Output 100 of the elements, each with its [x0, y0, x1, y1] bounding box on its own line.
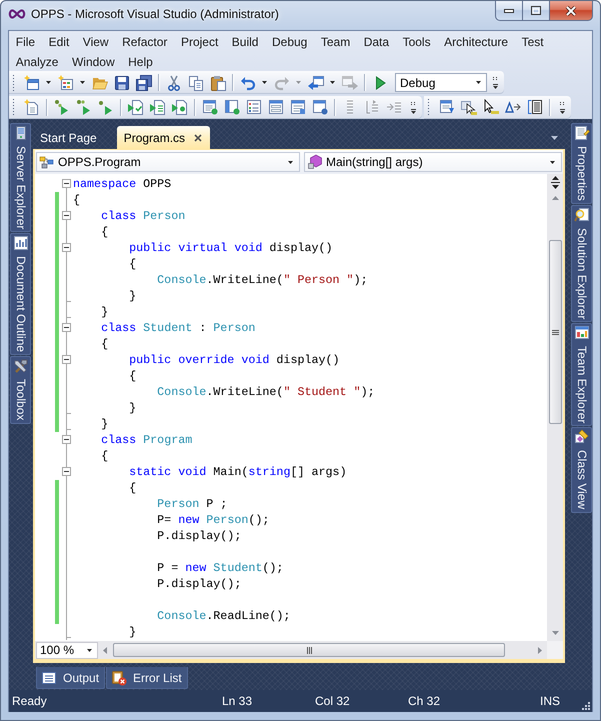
side-panel-tab[interactable]: Properties: [571, 123, 592, 204]
document-tab[interactable]: Program.cs: [116, 126, 210, 149]
menu-item[interactable]: Project: [174, 32, 226, 52]
collapse-icon[interactable]: [62, 355, 71, 364]
column-number: Col 32: [315, 694, 350, 708]
menu-item[interactable]: Test: [514, 32, 550, 52]
undo-arrow-icon[interactable]: [240, 74, 256, 90]
member-dropdown[interactable]: Main(string[] args): [304, 152, 562, 172]
menu-item[interactable]: Build: [225, 32, 266, 52]
code-line: Console.WriteLine(" Person ");: [157, 272, 368, 288]
dropdown-caret-icon[interactable]: [330, 81, 335, 84]
configuration-dropdown[interactable]: Debug: [395, 73, 487, 92]
gripper-icon[interactable]: [427, 98, 430, 116]
code-line: class Person: [101, 208, 186, 224]
page-arrow-icon[interactable]: [150, 99, 166, 115]
close-icon[interactable]: [194, 134, 202, 142]
overflow-icon[interactable]: [410, 100, 417, 114]
copy-icon[interactable]: [188, 74, 204, 90]
scroll-left-icon[interactable]: [103, 646, 107, 654]
code-line: }: [129, 624, 136, 640]
gripper-icon[interactable]: [12, 74, 15, 92]
window-pointer-icon[interactable]: [461, 99, 477, 115]
type-dropdown[interactable]: OPPS.Program: [36, 152, 300, 172]
menu-item[interactable]: Edit: [42, 32, 76, 52]
triangle-arrow-icon[interactable]: [505, 99, 521, 115]
magnifier-icon: [574, 206, 590, 223]
side-panel-tab[interactable]: Team Explorer: [571, 323, 592, 426]
menu-item[interactable]: Window: [65, 52, 122, 72]
tool-window-tab[interactable]: Output: [36, 667, 106, 689]
code-line: public override void display(): [129, 352, 340, 368]
menu-item[interactable]: File: [9, 32, 42, 52]
scissors-icon[interactable]: [166, 74, 182, 90]
maximize-button[interactable]: [522, 1, 549, 21]
code-line: }: [129, 288, 136, 304]
dropdown-caret-icon[interactable]: [476, 81, 481, 84]
form-window-icon[interactable]: [268, 99, 284, 115]
class-boxes-icon: [39, 154, 55, 170]
collapse-icon[interactable]: [62, 179, 71, 188]
collapse-icon[interactable]: [62, 211, 71, 220]
list-icon[interactable]: [246, 99, 262, 115]
side-panel-tab[interactable]: Class View: [571, 427, 592, 513]
code-line: }: [129, 400, 136, 416]
window-arrow-icon[interactable]: [308, 74, 324, 90]
form-window-icon[interactable]: [290, 99, 306, 115]
overflow-icon[interactable]: [559, 100, 566, 114]
list-frame-icon[interactable]: [527, 99, 543, 115]
menu-item[interactable]: Data: [356, 32, 396, 52]
step-arrow-icon[interactable]: [54, 99, 70, 115]
stacked-disks-icon[interactable]: [136, 74, 152, 90]
menu-item[interactable]: Refactor: [115, 32, 174, 52]
gripper-icon[interactable]: [12, 98, 15, 116]
menu-item[interactable]: Analyze: [9, 52, 66, 72]
splitter-icon[interactable]: [550, 176, 560, 188]
window-sparkle-icon[interactable]: [24, 74, 40, 90]
side-panel-tab[interactable]: Toolbox: [10, 356, 31, 424]
overflow-icon[interactable]: [492, 76, 499, 89]
scrollbar-thumb[interactable]: [113, 643, 505, 657]
dropdown-caret-icon[interactable]: [550, 160, 555, 164]
dropdown-caret-icon[interactable]: [288, 160, 293, 164]
menu-item[interactable]: Team: [314, 32, 357, 52]
document-sparkle-icon[interactable]: [24, 99, 40, 115]
cursor-icon[interactable]: [483, 99, 499, 115]
menu-item[interactable]: Help: [121, 52, 160, 72]
side-panel-tab[interactable]: Document Outline: [10, 233, 31, 356]
zoom-dropdown[interactable]: 100 %: [36, 642, 98, 658]
scroll-up-icon[interactable]: [552, 196, 558, 200]
dropdown-caret-icon[interactable]: [87, 648, 92, 652]
minimize-button[interactable]: [495, 1, 522, 21]
form-sparkle-icon[interactable]: [58, 74, 74, 90]
side-panel-tab[interactable]: Server Explorer: [10, 123, 31, 232]
insert-mode: INS: [540, 694, 560, 708]
menu-item[interactable]: Debug: [265, 32, 314, 52]
dropdown-caret-icon[interactable]: [262, 81, 267, 84]
dropdown-caret-icon[interactable]: [80, 81, 85, 84]
scrollbar-thumb[interactable]: [548, 240, 562, 424]
code-line: class Program: [101, 432, 192, 448]
menu-item[interactable]: View: [76, 32, 116, 52]
property-sheet-icon: [574, 125, 590, 141]
collapse-icon[interactable]: [62, 467, 71, 476]
clipboard-error-icon: [111, 670, 128, 686]
menu-item[interactable]: Architecture: [437, 32, 515, 52]
document-tab[interactable]: Start Page: [33, 126, 105, 149]
collapse-icon[interactable]: [62, 243, 71, 252]
scroll-right-icon[interactable]: [538, 646, 542, 654]
tool-window-tab[interactable]: Error List: [106, 667, 188, 689]
step-arrow-icon[interactable]: [76, 99, 92, 115]
side-panel-tab[interactable]: Solution Explorer: [571, 204, 592, 322]
dropdown-caret-icon[interactable]: [551, 136, 558, 140]
collapse-icon[interactable]: [62, 435, 71, 444]
code-line: }: [101, 304, 108, 320]
collapse-icon[interactable]: [62, 323, 71, 332]
resize-grip-icon[interactable]: [581, 701, 590, 710]
scroll-down-icon[interactable]: [552, 631, 558, 635]
page-arrow-icon[interactable]: [172, 99, 188, 115]
close-button[interactable]: [549, 1, 593, 21]
page-arrow-icon[interactable]: [128, 99, 144, 115]
step-arrow-icon[interactable]: [98, 99, 114, 115]
dropdown-caret-icon[interactable]: [46, 81, 51, 84]
menu-item[interactable]: Tools: [396, 32, 438, 52]
clipboard-icon[interactable]: [210, 74, 226, 90]
